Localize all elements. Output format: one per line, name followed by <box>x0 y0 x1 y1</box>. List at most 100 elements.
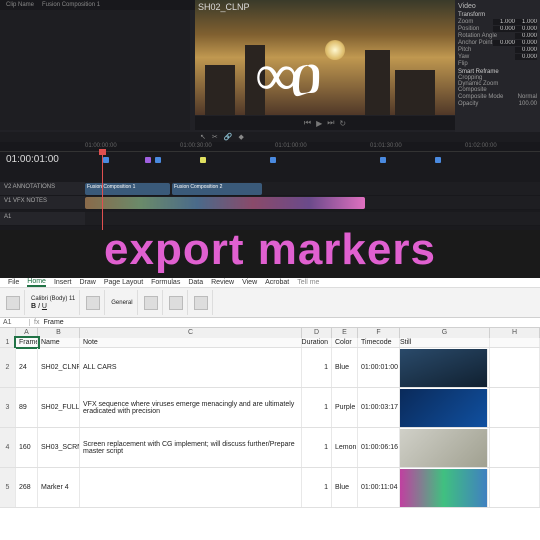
col-header[interactable]: G <box>400 328 490 338</box>
cell[interactable]: Note <box>80 338 302 347</box>
blade-tool-icon[interactable]: ✂ <box>212 133 218 141</box>
pos-x-input[interactable] <box>493 26 515 32</box>
zoom-y-input[interactable] <box>515 19 537 25</box>
anc-y-input[interactable] <box>515 40 537 46</box>
cell[interactable]: Color <box>332 338 358 347</box>
cell-color[interactable]: Blue <box>332 348 358 387</box>
tab-formulas[interactable]: Formulas <box>151 279 180 286</box>
tab-insert[interactable]: Insert <box>54 279 72 286</box>
marker[interactable] <box>155 157 161 163</box>
tab-data[interactable]: Data <box>188 279 203 286</box>
table-row[interactable]: 389SH02_FULLCGVFX sequence where viruses… <box>0 388 540 428</box>
tab-file[interactable]: File <box>8 279 19 286</box>
tab-clipname[interactable]: Clip Name <box>6 2 34 8</box>
cell-name[interactable]: Marker 4 <box>38 468 80 507</box>
composite-header[interactable]: Composite <box>458 87 537 93</box>
header-row[interactable]: 1 Frame Name Note Duration Color Timecod… <box>0 338 540 348</box>
table-row[interactable]: 224SH02_CLNPALL CARS1Blue01:00:01:00 <box>0 348 540 388</box>
link-icon[interactable]: 🔗 <box>224 133 233 141</box>
tab-pagelayout[interactable]: Page Layout <box>104 279 143 286</box>
row-number[interactable]: 2 <box>0 348 16 387</box>
clip-fusion[interactable]: Fusion Composition 2 <box>172 183 262 195</box>
cell-name[interactable]: SH03_SCRN_VFX <box>38 428 80 467</box>
cell-timecode[interactable]: 01:00:03:17 <box>358 388 400 427</box>
timeline-toolbar[interactable]: ↖ ✂ 🔗 ◆ <box>0 132 540 142</box>
cell-note[interactable]: VFX sequence where viruses emerge menaci… <box>80 388 302 427</box>
cell-still[interactable] <box>400 468 490 507</box>
column-headers[interactable]: A B C D E F G H <box>0 328 540 338</box>
col-header[interactable]: H <box>490 328 540 338</box>
marker[interactable] <box>435 157 441 163</box>
cell-duration[interactable]: 1 <box>302 348 332 387</box>
anc-x-input[interactable] <box>493 40 515 46</box>
inspector-panel[interactable]: Video Transform Zoom Position Rotation A… <box>455 0 540 140</box>
track-v1[interactable]: V1 VFX NOTES <box>0 196 540 210</box>
fx-icon[interactable]: fx <box>30 319 43 326</box>
cell[interactable] <box>490 468 540 507</box>
cell-name[interactable]: SH02_CLNP <box>38 348 80 387</box>
pointer-tool-icon[interactable]: ↖ <box>200 133 206 141</box>
tab-acrobat[interactable]: Acrobat <box>265 279 289 286</box>
row-number[interactable]: 5 <box>0 468 16 507</box>
cell-still[interactable] <box>400 388 490 427</box>
cell-timecode[interactable]: 01:00:11:04 <box>358 468 400 507</box>
loop-icon[interactable]: ↻ <box>339 119 346 128</box>
next-icon[interactable]: ⏭ <box>327 118 334 128</box>
cell[interactable]: Name <box>38 338 80 347</box>
row-number[interactable]: 4 <box>0 428 16 467</box>
table-row[interactable]: 5268Marker 41Blue01:00:11:04 <box>0 468 540 508</box>
cell-frame[interactable]: 89 <box>16 388 38 427</box>
clip-video[interactable] <box>85 197 365 209</box>
media-pool-panel[interactable] <box>0 10 190 130</box>
cell-still[interactable] <box>400 428 490 467</box>
timeline[interactable]: 01:00:00:00 01:00:30:00 01:01:00:00 01:0… <box>0 142 540 230</box>
paste-icon[interactable] <box>6 296 20 310</box>
cell-note[interactable] <box>80 468 302 507</box>
marker[interactable] <box>200 157 206 163</box>
inspector-transform-header[interactable]: Transform <box>458 12 537 18</box>
marker[interactable] <box>145 157 151 163</box>
opacity-value[interactable]: 100.00 <box>519 101 537 107</box>
tab-tellme[interactable]: Tell me <box>297 279 319 286</box>
cell-frame[interactable]: 24 <box>16 348 38 387</box>
cell[interactable]: Frame <box>16 338 38 347</box>
cell-timecode[interactable]: 01:00:06:16 <box>358 428 400 467</box>
cell[interactable] <box>490 348 540 387</box>
marker[interactable] <box>270 157 276 163</box>
prev-icon[interactable]: ⏮ <box>304 118 311 128</box>
cell-name[interactable]: SH02_FULLCG <box>38 388 80 427</box>
col-header[interactable]: C <box>80 328 302 338</box>
col-corner[interactable] <box>0 328 16 338</box>
cell-color[interactable]: Purple <box>332 388 358 427</box>
yaw-input[interactable] <box>515 54 537 60</box>
cell[interactable]: Still <box>400 338 490 347</box>
col-header[interactable]: B <box>38 328 80 338</box>
cell[interactable]: Timecode <box>358 338 400 347</box>
align-icon[interactable] <box>86 296 100 310</box>
playhead[interactable] <box>102 152 103 230</box>
marker[interactable] <box>380 157 386 163</box>
cell[interactable] <box>490 428 540 467</box>
col-header[interactable]: E <box>332 328 358 338</box>
formula-bar[interactable]: A1 fx Frame <box>0 318 540 328</box>
cell-color[interactable]: Blue <box>332 468 358 507</box>
cell-frame[interactable]: 160 <box>16 428 38 467</box>
tab-home[interactable]: Home <box>27 278 46 287</box>
pitch-input[interactable] <box>515 47 537 53</box>
marker[interactable] <box>103 157 109 163</box>
name-box[interactable]: A1 <box>0 319 30 326</box>
cond-format-icon[interactable] <box>144 296 158 310</box>
tab-view[interactable]: View <box>242 279 257 286</box>
col-header[interactable]: D <box>302 328 332 338</box>
timeline-ruler[interactable]: 01:00:00:00 01:00:30:00 01:01:00:00 01:0… <box>0 142 540 152</box>
viewer[interactable]: ∞ዐ <box>195 0 455 115</box>
table-row[interactable]: 4160SH03_SCRN_VFXScreen replacement with… <box>0 428 540 468</box>
cell[interactable] <box>490 388 540 427</box>
track-a1[interactable]: A1 <box>0 212 540 226</box>
col-header[interactable]: F <box>358 328 400 338</box>
inspector-video-tab[interactable]: Video <box>458 3 537 10</box>
tab-review[interactable]: Review <box>211 279 234 286</box>
ribbon[interactable]: Calibri (Body) 11B I U General <box>0 288 540 318</box>
sort-icon[interactable] <box>194 296 208 310</box>
ribbon-tabs[interactable]: File Home Insert Draw Page Layout Formul… <box>0 278 540 288</box>
